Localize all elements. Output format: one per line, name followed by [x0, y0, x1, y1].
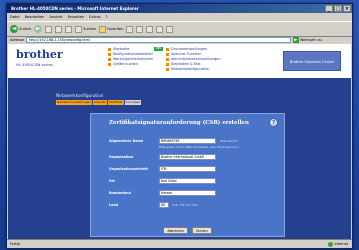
bullet-icon — [166, 52, 169, 56]
internet-zone-icon — [327, 241, 333, 247]
bullet-icon — [166, 57, 169, 61]
search-button-label: Suchen — [83, 27, 97, 31]
messenger-icon[interactable] — [166, 25, 174, 33]
nav-column-1: Startseite Konfigurationsbetreiber Wartu… — [108, 47, 153, 67]
city-input[interactable]: Bad Vilbel — [159, 178, 216, 184]
section-title: Netzwerkkonfiguration — [56, 93, 104, 98]
tab-services[interactable]: Dienste — [93, 100, 107, 105]
tab-network-settings[interactable]: Netzwerkeinstellungen — [56, 100, 93, 105]
status-zone: Internet — [327, 240, 348, 248]
mail-icon[interactable] — [136, 25, 144, 33]
brother-header: brother HL-4050CDN series Startseite Kon… — [8, 44, 351, 78]
menu-tools[interactable]: Extras — [89, 13, 100, 21]
cancel-button[interactable]: Abbrechen — [163, 227, 189, 234]
menu-edit[interactable]: Bearbeiten — [25, 13, 45, 21]
bullet-icon — [166, 67, 169, 71]
address-bar: Adresse http://192.168.1.150/netconfig.h… — [7, 35, 352, 44]
common-name-hint: Bitte geben Sie IP-/DNS, IP-Adresse, ode… — [159, 145, 239, 149]
brother-logo[interactable]: brother — [16, 48, 63, 61]
tab-certificate[interactable]: Zertifikat — [107, 100, 124, 105]
org-unit-input[interactable]: ITM — [159, 166, 216, 172]
status-bar: Fertig Internet — [7, 239, 352, 248]
form-row-common-name: Allgemeiner Name BRN4B97BF (Erforderlich… — [109, 138, 281, 145]
form-buttons: Abbrechen Senden — [91, 227, 284, 234]
organization-input[interactable]: Brother International GmbH — [159, 154, 216, 160]
favorites-star-icon — [99, 25, 107, 33]
form-row-country: Land DE (z.B. "US" für USA) — [109, 202, 281, 209]
required-hint: (Erforderlich) — [220, 139, 239, 143]
browser-window: Brother HL-4050CDN series - Microsoft In… — [6, 3, 353, 249]
forward-icon: ► — [34, 25, 43, 33]
city-label: Ort — [109, 179, 116, 183]
form-row-city: Ort Bad Vilbel — [109, 178, 281, 185]
solutions-center-link[interactable]: Brother Solutions Center — [283, 51, 341, 71]
bullet-icon — [166, 47, 169, 51]
forward-button[interactable]: ► — [34, 25, 43, 33]
common-name-input[interactable]: BRN4B97BF — [159, 138, 216, 144]
submit-button[interactable]: Senden — [192, 227, 212, 234]
stop-icon[interactable] — [45, 25, 53, 33]
csr-form-panel: Zertifikatsignaturanforderung (CSR) erst… — [90, 113, 285, 237]
nav-link[interactable]: Netzwerkkonfiguration — [166, 67, 221, 72]
country-hint: (z.B. "US" für USA) — [172, 203, 199, 207]
country-label: Land — [109, 203, 119, 207]
form-row-org-unit: Organisationseinheit ITM — [109, 166, 281, 173]
bullet-icon — [108, 62, 111, 66]
nav-link[interactable]: Geräte suchen — [108, 62, 153, 67]
bullet-icon — [108, 47, 111, 51]
menu-view[interactable]: Ansicht — [49, 13, 62, 21]
help-icon[interactable]: ? — [269, 118, 278, 127]
org-unit-label: Organisationseinheit — [109, 167, 148, 171]
new-badge: NEU — [154, 47, 163, 51]
back-button-label: Zurück — [19, 27, 32, 31]
form-row-organization: Organisation Brother International GmbH — [109, 154, 281, 161]
config-tabs: Netzwerkeinstellungen Dienste Zertifikat… — [56, 100, 142, 105]
menu-favorites[interactable]: Favoriten — [68, 13, 85, 21]
state-label: Bundesland — [109, 191, 131, 195]
status-text: Fertig — [10, 242, 20, 246]
maximize-button[interactable]: □ — [334, 5, 342, 12]
form-title: Zertifikatsignaturanforderung (CSR) erst… — [109, 120, 249, 126]
common-name-label: Allgemeiner Name — [109, 139, 144, 143]
refresh-icon[interactable] — [55, 25, 63, 33]
go-button[interactable]: ► Wechseln zu — [292, 36, 322, 43]
home-icon[interactable] — [65, 25, 73, 33]
favorites-button-label: Favoriten — [107, 27, 124, 31]
model-name: HL-4050CDN series — [16, 62, 53, 67]
status-zone-label: Internet — [334, 242, 348, 246]
bullet-icon — [166, 62, 169, 66]
search-icon — [75, 25, 83, 33]
back-arrow-icon: ◄ — [10, 25, 18, 33]
address-input[interactable]: http://192.168.1.150/netconfig.html — [25, 36, 291, 43]
organization-label: Organisation — [109, 155, 133, 159]
history-icon[interactable] — [126, 25, 134, 33]
bullet-icon — [108, 52, 111, 56]
search-button[interactable]: Suchen — [75, 25, 97, 33]
menu-bar: Datei Bearbeiten Ansicht Favoriten Extra… — [7, 13, 352, 21]
go-arrow-icon: ► — [292, 36, 299, 43]
address-label: Adresse — [10, 37, 24, 42]
back-button[interactable]: ◄ Zurück — [10, 25, 31, 33]
window-controls: _ □ × — [325, 5, 351, 12]
window-title: Brother HL-4050CDN series - Microsoft In… — [11, 6, 139, 11]
page-content: brother HL-4050CDN series Startseite Kon… — [8, 44, 351, 240]
go-button-label: Wechseln zu — [299, 37, 322, 42]
country-input[interactable]: DE — [159, 202, 169, 208]
menu-file[interactable]: Datei — [10, 13, 20, 21]
state-input[interactable]: Hessen — [159, 190, 216, 196]
form-row-state: Bundesland Hessen — [109, 190, 281, 197]
menu-help[interactable]: ? — [106, 13, 108, 21]
minimize-button[interactable]: _ — [325, 5, 333, 12]
close-button[interactable]: × — [343, 5, 351, 12]
nav-column-2: Druckereinstellungen Speicher-Funktion A… — [166, 47, 221, 72]
edit-icon[interactable] — [156, 25, 164, 33]
print-icon[interactable] — [146, 25, 154, 33]
favorites-button[interactable]: Favoriten — [99, 25, 124, 33]
title-bar: Brother HL-4050CDN series - Microsoft In… — [7, 4, 352, 13]
tab-other[interactable]: Sonstiges — [124, 100, 142, 105]
bullet-icon — [108, 57, 111, 61]
